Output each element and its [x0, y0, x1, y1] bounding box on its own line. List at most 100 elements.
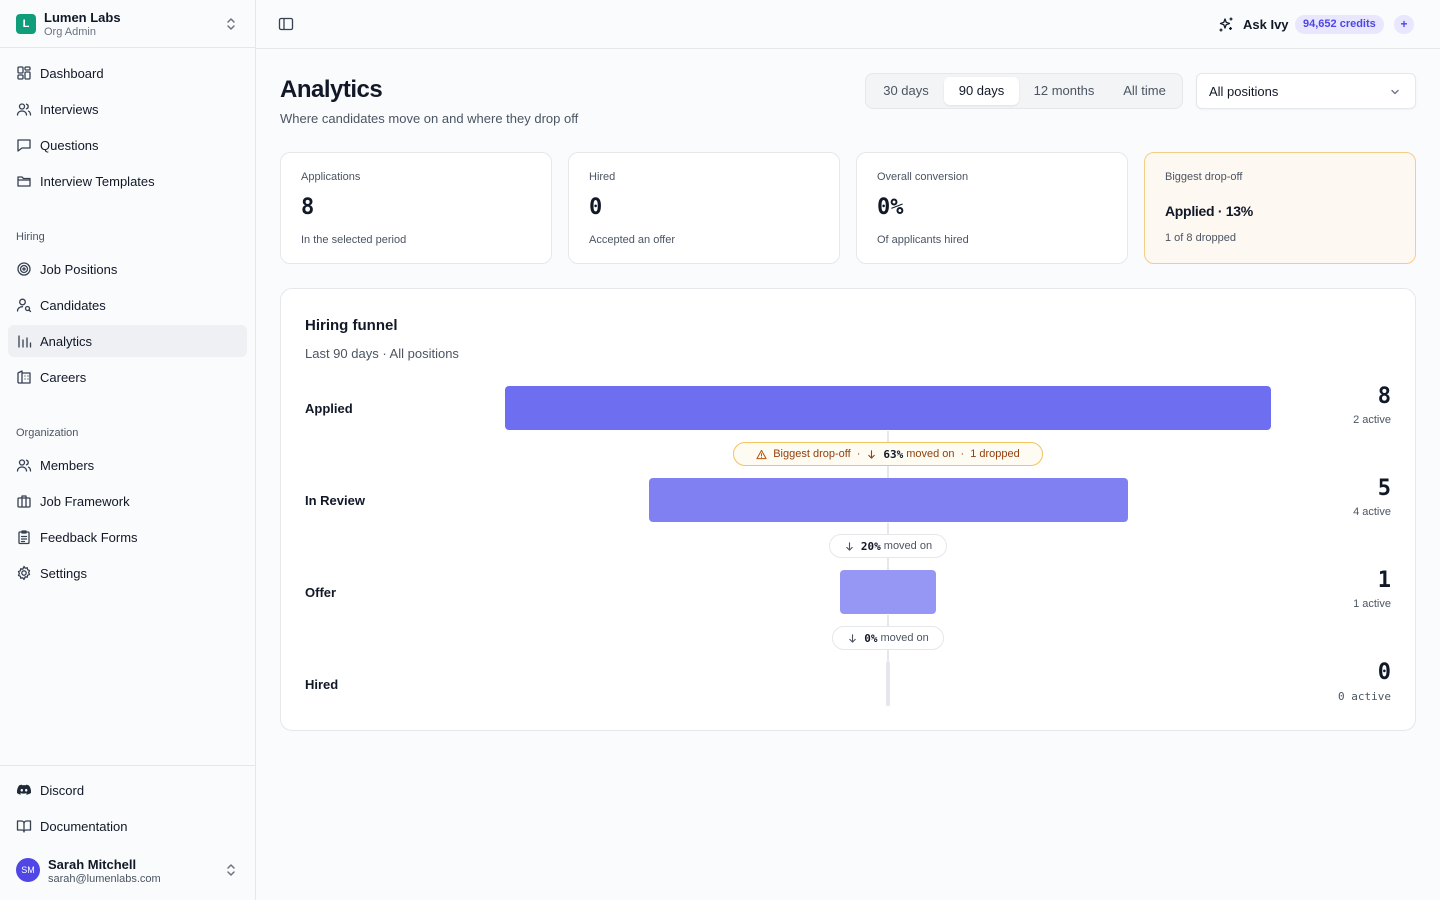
range-all-time[interactable]: All time: [1109, 77, 1180, 105]
nav-interviews[interactable]: Interviews: [8, 93, 247, 125]
dashboard-icon: [17, 66, 31, 80]
stat-note: Accepted an offer: [589, 234, 676, 246]
nav-label: Settings: [40, 565, 87, 581]
transition-pill-review-offer: 20% moved on: [829, 534, 947, 558]
arrow-down-icon: [868, 449, 876, 459]
building-icon: [17, 370, 31, 384]
stat-value: 0%: [877, 195, 904, 220]
stage-active: 1 active: [1353, 598, 1391, 610]
chevron-down-icon: [1391, 89, 1399, 95]
ask-ivy-button[interactable]: Ask Ivy: [1243, 17, 1289, 32]
nav-candidates[interactable]: Candidates: [8, 289, 247, 321]
stage-label-offer: Offer: [305, 585, 337, 600]
dropped-count: 1 dropped: [970, 448, 1020, 460]
dropoff-sep: ·: [1217, 203, 1223, 219]
position-select[interactable]: All positions: [1196, 73, 1416, 109]
stat-card-conversion: Overall conversion 0% Of applicants hire…: [856, 152, 1128, 264]
org-name: Lumen Labs: [44, 10, 121, 25]
chevrons-up-down-icon: [227, 864, 235, 876]
funnel-subtitle: Last 90 days · All positions: [305, 346, 459, 361]
clipboard-icon: [18, 530, 30, 545]
range-12-months[interactable]: 12 months: [1022, 77, 1106, 105]
topbar: Ask Ivy 94,652 credits +: [256, 0, 1440, 49]
transition-text: moved on: [906, 448, 955, 460]
nav-careers[interactable]: Careers: [8, 361, 247, 393]
funnel-bar-hired[interactable]: [886, 662, 890, 706]
bar-chart-icon: [18, 335, 32, 348]
sidebar-toggle-icon[interactable]: [278, 16, 294, 32]
stat-card-biggest-dropoff: Biggest drop-off Applied · 13% 1 of 8 dr…: [1144, 152, 1416, 264]
stage-count: 8: [1377, 384, 1391, 409]
nav-label: Questions: [40, 137, 99, 153]
nav-dashboard[interactable]: Dashboard: [8, 57, 247, 89]
dropoff-label: Biggest drop-off: [773, 448, 851, 460]
org-switcher[interactable]: L Lumen Labs Org Admin: [0, 0, 255, 48]
avatar: SM: [16, 858, 40, 882]
warning-icon: [756, 449, 767, 459]
stat-label: Overall conversion: [877, 171, 969, 183]
page-title: Analytics: [280, 76, 383, 103]
funnel-bar-applied[interactable]: [505, 386, 1271, 430]
separator: ·: [960, 448, 965, 460]
transition-text: moved on: [883, 540, 933, 552]
gear-icon: [17, 565, 31, 581]
arrow-down-icon: [846, 541, 853, 551]
transition-pill-offer-hired: 0% moved on: [832, 626, 944, 650]
page-subtitle: Where candidates move on and where they …: [280, 111, 579, 126]
stage-count: 1: [1377, 568, 1391, 593]
nav-label: Interviews: [40, 101, 99, 117]
stage-count: 5: [1377, 476, 1391, 501]
transition-pct: 20%: [860, 539, 881, 553]
nav-label: Discord: [40, 782, 85, 798]
nav-label: Members: [40, 457, 95, 473]
range-30-days[interactable]: 30 days: [869, 77, 943, 105]
nav-label: Analytics: [40, 333, 93, 349]
nav-label: Feedback Forms: [40, 529, 138, 545]
nav-documentation[interactable]: Documentation: [8, 810, 247, 842]
nav-questions[interactable]: Questions: [8, 129, 247, 161]
separator: ·: [856, 448, 861, 460]
stat-label: Biggest drop-off: [1165, 171, 1243, 183]
stat-label: Hired: [589, 171, 616, 183]
stage-label-hired: Hired: [305, 677, 339, 692]
transition-pct: 0%: [864, 631, 878, 645]
add-credits-button[interactable]: +: [1394, 15, 1414, 34]
stage-active: 2 active: [1353, 414, 1391, 426]
org-role: Org Admin: [44, 26, 96, 38]
transition-pill-dropoff: Biggest drop-off · 63% moved on · 1 drop…: [733, 442, 1043, 466]
nav-discord[interactable]: Discord: [8, 774, 247, 806]
nav-label: Dashboard: [40, 65, 104, 81]
stat-note: Of applicants hired: [877, 234, 969, 246]
range-90-days[interactable]: 90 days: [944, 77, 1019, 105]
stage-label-applied: Applied: [305, 401, 353, 416]
funnel-title: Hiring funnel: [305, 317, 398, 334]
stage-count: 0: [1377, 660, 1391, 685]
stat-card-applications: Applications 8 In the selected period: [280, 152, 552, 264]
dropoff-pct: 13%: [1225, 203, 1253, 219]
arrow-down-icon: [849, 633, 857, 643]
funnel-bar-in-review[interactable]: [648, 478, 1128, 522]
nav-job-framework[interactable]: Job Framework: [8, 485, 247, 517]
sparkles-icon[interactable]: [1218, 16, 1235, 33]
folder-icon: [17, 176, 31, 187]
nav-members[interactable]: Members: [8, 449, 247, 481]
book-icon: [16, 820, 32, 833]
nav-feedback-forms[interactable]: Feedback Forms: [8, 521, 247, 553]
message-icon: [17, 139, 31, 152]
stage-active: 0 active: [1338, 690, 1391, 703]
nav-label: Job Positions: [40, 261, 118, 277]
funnel-bar-offer[interactable]: [840, 570, 936, 614]
position-select-value: All positions: [1209, 84, 1279, 99]
stat-value: 8: [301, 195, 315, 220]
hiring-funnel-card: Hiring funnel Last 90 days · All positio…: [280, 288, 1416, 731]
target-icon: [17, 262, 31, 276]
nav-section-organization: Organization: [16, 427, 79, 439]
nav-settings[interactable]: Settings: [8, 557, 247, 589]
chevrons-up-down-icon: [227, 18, 235, 30]
nav-analytics[interactable]: Analytics: [8, 325, 247, 357]
users-icon: [16, 103, 32, 116]
nav-job-positions[interactable]: Job Positions: [8, 253, 247, 285]
nav-interview-templates[interactable]: Interview Templates: [8, 165, 247, 197]
stat-label: Applications: [301, 171, 361, 183]
org-logo: L: [16, 14, 36, 34]
